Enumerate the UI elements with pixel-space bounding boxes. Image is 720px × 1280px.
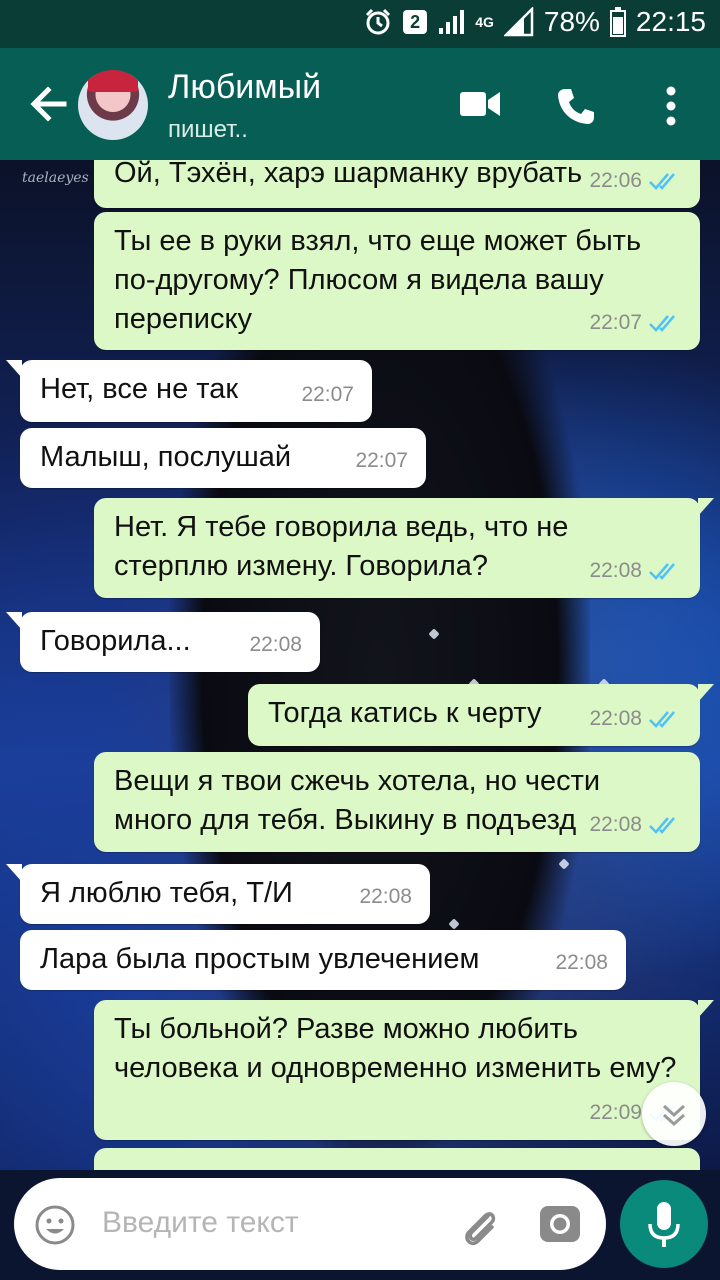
message-incoming[interactable]: Нет, все не так 22:07: [6, 360, 372, 422]
message-time: 22:08: [555, 951, 608, 974]
read-receipt-icon: [649, 710, 675, 728]
microphone-icon: [648, 1202, 680, 1247]
chat-area[interactable]: taelaeyes Ой, Тэхён, харэ шарманку вруба…: [0, 160, 720, 1170]
read-receipt-icon: [649, 172, 675, 190]
battery-percent: 78%: [543, 6, 600, 37]
message-incoming[interactable]: Малыш, послушай 22:07: [20, 428, 426, 488]
message-outgoing[interactable]: Тогда катись к черту 22:08: [248, 684, 714, 746]
status-bar: 2 4G 78% 22:15: [0, 0, 720, 48]
message-outgoing[interactable]: Ой, Тэхён, харэ шарманку врубать 22:06: [94, 160, 700, 208]
message-time: 22:08: [249, 633, 302, 656]
signal-strength-icon: [503, 7, 534, 37]
emoji-icon[interactable]: [34, 1204, 76, 1246]
message-incoming[interactable]: Говорила... 22:08: [6, 612, 320, 672]
message-time: 22:09: [589, 1101, 642, 1124]
voice-record-button[interactable]: [620, 1180, 708, 1268]
message-meta: 22:08: [589, 805, 682, 844]
message-meta: 22:08: [589, 699, 682, 738]
phone-call-icon[interactable]: [556, 86, 596, 126]
battery-icon: [609, 7, 626, 37]
message-time: 22:07: [355, 449, 408, 472]
message-meta: 22:07: [355, 441, 408, 480]
message-text: Ты ее в руки взял, что еще может быть по…: [114, 225, 642, 335]
message-time: 22:08: [589, 813, 642, 836]
scroll-to-bottom-button[interactable]: [642, 1082, 706, 1146]
message-meta: 22:07: [301, 375, 354, 414]
read-receipt-icon: [649, 816, 675, 834]
message-time: 22:08: [359, 885, 412, 908]
wallpaper-watermark: taelaeyes: [22, 170, 89, 186]
back-arrow-icon[interactable]: [28, 84, 68, 124]
message-outgoing[interactable]: Вещи я твои сжечь хотела, но чести много…: [94, 752, 700, 852]
message-text: Тогда катись к черту: [268, 697, 542, 729]
message-text: Ой, Тэхён, харэ шарманку врубать: [114, 160, 583, 189]
message-text: Говорила...: [40, 625, 191, 657]
camera-icon[interactable]: [538, 1202, 582, 1246]
message-meta: 22:07: [589, 303, 682, 342]
video-call-icon[interactable]: [460, 86, 500, 122]
clock: 22:15: [635, 6, 706, 37]
message-meta: 22:08: [589, 551, 682, 590]
message-time: 22:08: [589, 559, 642, 582]
notification-count-badge: 2: [403, 10, 428, 34]
typing-status: пишет..: [168, 116, 248, 143]
message-text: Вещи я твои сжечь хотела, но чести много…: [114, 765, 601, 836]
message-time: 22:08: [589, 707, 642, 730]
double-chevron-down-icon: [662, 1104, 686, 1127]
message-input-box[interactable]: Введите текст: [14, 1178, 606, 1270]
attach-icon[interactable]: [458, 1204, 502, 1248]
read-receipt-icon: [649, 314, 675, 332]
message-incoming[interactable]: Я люблю тебя, Т/И 22:08: [6, 864, 430, 924]
message-input[interactable]: Введите текст: [102, 1206, 299, 1240]
message-text: Малыш, послушай: [40, 441, 292, 473]
message-meta: 22:08: [555, 943, 608, 982]
contact-avatar[interactable]: [78, 70, 148, 140]
composer-bar: Введите текст: [0, 1170, 720, 1280]
message-outgoing[interactable]: Ты ее в руки взял, что еще может быть по…: [94, 212, 700, 350]
message-outgoing[interactable]: Нет. Я тебе говорила ведь, что не стерпл…: [94, 498, 714, 598]
alarm-icon: [366, 8, 391, 35]
message-meta: 22:08: [359, 877, 412, 916]
chat-header: Любимый пишет..: [0, 48, 720, 160]
message-time: 22:06: [589, 169, 642, 192]
message-outgoing-partial[interactable]: [94, 1148, 700, 1170]
message-text: Ты больной? Разве можно любить человека …: [114, 1013, 677, 1084]
message-meta: 22:08: [249, 625, 302, 664]
message-time: 22:07: [589, 311, 642, 334]
read-receipt-icon: [649, 562, 675, 580]
contact-name[interactable]: Любимый: [168, 68, 321, 107]
network-type: 4G: [475, 14, 494, 30]
message-incoming[interactable]: Лара была простым увлечением 22:08: [20, 930, 626, 990]
message-time: 22:07: [301, 383, 354, 406]
message-outgoing[interactable]: Ты больной? Разве можно любить человека …: [94, 1000, 714, 1140]
message-text: Нет, все не так: [40, 373, 239, 405]
message-text: Лара была простым увлечением: [40, 943, 480, 975]
message-text: Я люблю тебя, Т/И: [40, 877, 293, 909]
message-text: Нет. Я тебе говорила ведь, что не стерпл…: [114, 511, 569, 582]
message-meta: 22:06: [589, 161, 682, 200]
signal-icon: [439, 10, 465, 34]
more-options-icon[interactable]: [664, 86, 678, 126]
